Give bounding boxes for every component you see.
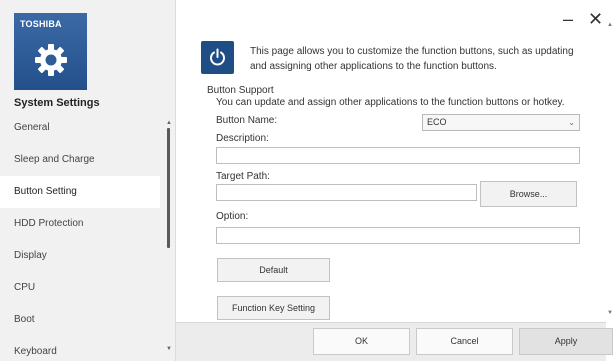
sidebar-item-display[interactable]: Display [0,240,160,272]
browse-button[interactable]: Browse... [480,181,577,207]
default-button[interactable]: Default [217,258,330,282]
sidebar: TOSHIBA System Settings General Sleep an… [0,0,176,361]
toshiba-logo-tile: TOSHIBA [14,13,87,90]
sidebar-nav: General Sleep and Charge Button Setting … [0,112,160,361]
button-name-select[interactable]: ECO ⌄ [422,114,580,131]
power-icon-tile [201,41,234,74]
chevron-down-icon[interactable]: ⌄ [568,115,575,130]
ok-button[interactable]: OK [313,328,410,355]
toshiba-logo-text: TOSHIBA [20,19,62,29]
main-scroll-down-icon[interactable]: ▼ [607,310,613,316]
option-field[interactable] [216,227,580,244]
description-field[interactable] [216,147,580,164]
sidebar-item-general[interactable]: General [0,112,160,144]
sidebar-item-sleep-and-charge[interactable]: Sleep and Charge [0,144,160,176]
intro-text: This page allows you to customize the fu… [250,46,574,72]
button-name-label: Button Name: [216,115,278,126]
app-title: System Settings [14,97,100,109]
sidebar-scroll-thumb[interactable] [167,128,170,248]
gear-icon [35,44,67,76]
scroll-down-icon[interactable]: ▼ [166,346,172,352]
main-scroll-up-icon[interactable]: ▲ [607,22,613,28]
minimize-button[interactable]: – [563,10,573,28]
main-scrollbar[interactable]: ▲ ▼ [607,22,613,322]
apply-button[interactable]: Apply [519,328,613,355]
cancel-button[interactable]: Cancel [416,328,513,355]
button-name-value: ECO [427,117,447,127]
sidebar-scrollbar[interactable]: ▲ ▼ [166,120,172,360]
sidebar-item-keyboard[interactable]: Keyboard [0,336,160,361]
sidebar-item-cpu[interactable]: CPU [0,272,160,304]
option-label: Option: [216,211,249,222]
close-button[interactable]: ✕ [588,10,603,28]
description-label: Description: [216,133,269,144]
target-path-field[interactable] [216,184,477,201]
function-key-setting-button[interactable]: Function Key Setting [217,296,330,320]
sidebar-item-boot[interactable]: Boot [0,304,160,336]
section-title-button-support: Button Support [207,85,274,96]
target-path-label: Target Path: [216,171,270,182]
section-description: You can update and assign other applicat… [216,97,565,108]
sidebar-item-hdd-protection[interactable]: HDD Protection [0,208,160,240]
scroll-up-icon[interactable]: ▲ [166,120,172,126]
power-icon [210,48,225,66]
sidebar-item-button-setting[interactable]: Button Setting [0,176,160,208]
